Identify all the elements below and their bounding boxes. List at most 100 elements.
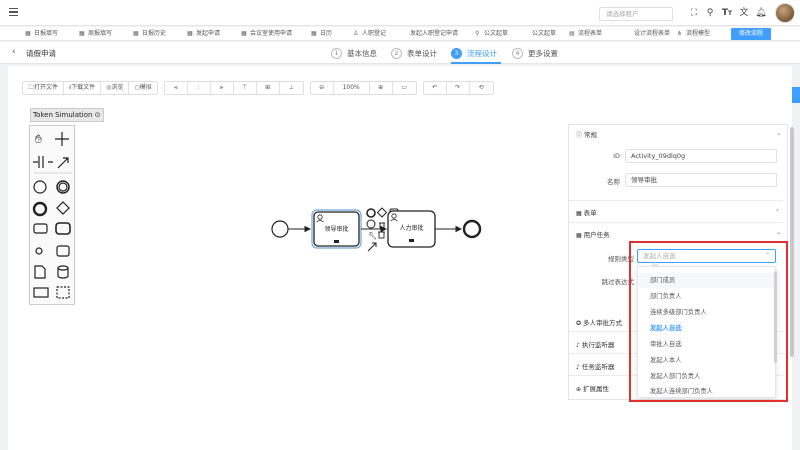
- id-input[interactable]: Activity_09dlq0g: [625, 149, 777, 163]
- translate-icon[interactable]: 文: [738, 7, 750, 19]
- avatar[interactable]: [775, 3, 795, 23]
- tenant-select[interactable]: 请选择租户: [599, 7, 673, 21]
- tab-daily-history[interactable]: ▦ 日报历史: [132, 28, 166, 40]
- download-file-button[interactable]: ⭳下载文件: [64, 82, 102, 94]
- token-simulation-toggle[interactable]: Token Simulation ⊙: [30, 108, 104, 122]
- chevron-down-icon[interactable]: ⌄: [776, 228, 781, 236]
- step-more-settings[interactable]: 4 更多设置: [512, 46, 558, 60]
- bell-icon: ♪: [576, 342, 580, 349]
- align-left-icon[interactable]: ⫷: [165, 82, 188, 94]
- global-connect-icon: [57, 157, 69, 169]
- undo-icon[interactable]: ↶: [424, 82, 447, 94]
- end-event[interactable]: [462, 219, 482, 239]
- search-icon[interactable]: ⚲: [704, 7, 716, 19]
- tab-daily-report[interactable]: ▦ 日报填写: [24, 28, 58, 40]
- hand-tool-icon: ✋︎: [35, 132, 42, 146]
- chevron-right-icon[interactable]: ›: [776, 206, 779, 214]
- text-annotation-icon[interactable]: [379, 222, 385, 230]
- tab-onboarding-request[interactable]: 发起入职登记申请: [400, 28, 458, 40]
- lasso-tool-icon: [55, 132, 69, 146]
- dropdown-scrollbar[interactable]: [774, 271, 777, 363]
- font-size-icon[interactable]: TT: [721, 7, 733, 19]
- start-event-icon: [33, 180, 47, 194]
- chevron-down-icon[interactable]: ⌄: [776, 129, 781, 137]
- gateway-icon: [56, 201, 70, 215]
- tab-design-flow-form[interactable]: 设计流程表单: [624, 28, 670, 40]
- tab-onboarding[interactable]: ♙ 人职登记: [352, 28, 386, 40]
- tab-document-draft-2[interactable]: 公文起草: [522, 28, 556, 40]
- step-form-design[interactable]: 2 表单设计: [391, 46, 437, 60]
- append-gateway-icon[interactable]: [376, 207, 388, 218]
- dropdown-option[interactable]: 部门负责人: [639, 289, 775, 304]
- step-basic-info[interactable]: 1 基本信息: [331, 46, 377, 60]
- dropdown-option-selected[interactable]: 发起人自选: [639, 321, 775, 336]
- page-header: ‹ 请假申请 1基本信息 2表单设计 3流程设计 4更多设置 发 布: [0, 42, 800, 103]
- fullscreen-icon[interactable]: ⛶: [688, 7, 700, 19]
- dropdown-option[interactable]: 发起人本人: [639, 353, 775, 368]
- reset-icon[interactable]: ⟲: [470, 82, 493, 94]
- zoom-out-icon[interactable]: ⊖: [311, 82, 334, 94]
- pool-icon: [33, 287, 49, 298]
- redo-icon[interactable]: ↷: [447, 82, 470, 94]
- section-form[interactable]: ▦ 表单: [576, 207, 597, 217]
- connect-icon[interactable]: [367, 242, 377, 252]
- section-execution-listener[interactable]: ♪ 执行监听器: [576, 339, 614, 349]
- dropdown-option[interactable]: 部门成员: [639, 273, 775, 288]
- align-right-icon[interactable]: ⫸: [211, 82, 234, 94]
- subprocess-icon: [35, 247, 43, 255]
- bell-icon[interactable]: 🔔︎: [755, 7, 767, 19]
- wrench-icon[interactable]: 🔧︎: [368, 232, 377, 240]
- section-multi-instance[interactable]: ✪ 多人审批方式: [576, 317, 622, 327]
- open-file-button[interactable]: 🗀︎打开文件: [23, 82, 65, 94]
- dropdown-option[interactable]: 连续多级部门负责人: [639, 305, 775, 320]
- zoom-in-icon[interactable]: ⊕: [370, 82, 393, 94]
- section-task-listener[interactable]: ♪ 任务监听器: [576, 361, 614, 371]
- tab-flow-form[interactable]: ▤ 流程表单: [568, 28, 602, 40]
- dropdown-option[interactable]: 发起人连续部门负责人: [639, 384, 775, 399]
- align-top-icon[interactable]: ⊤: [234, 82, 257, 94]
- tab-edit-flow[interactable]: 修改流程: [731, 28, 772, 40]
- form-icon: ▦: [576, 232, 582, 239]
- group-icon: [56, 286, 70, 299]
- tab-calendar[interactable]: ▦ 日历: [310, 28, 332, 40]
- pin-icon: ⚲: [475, 30, 480, 37]
- dropdown-option[interactable]: 发起人部门负责人: [639, 369, 775, 384]
- align-bottom-icon[interactable]: ⊥: [280, 82, 303, 94]
- dropdown-option[interactable]: 审批人自选: [639, 337, 775, 352]
- simulate-button[interactable]: ○模拟: [129, 82, 156, 94]
- section-user-task[interactable]: ▦ 用户任务: [576, 229, 610, 239]
- align-center-icon[interactable]: ⫶: [188, 82, 211, 94]
- step-flow-design[interactable]: 3 流程设计: [451, 46, 497, 60]
- align-middle-icon[interactable]: ⊞: [257, 82, 280, 94]
- multi-instance-marker-icon: [409, 239, 414, 242]
- preview-button[interactable]: ◎浏览: [101, 82, 130, 94]
- task-icon: [55, 222, 71, 235]
- palette-tools: ✋︎: [32, 132, 72, 299]
- hamburger-menu-icon[interactable]: [9, 8, 18, 16]
- trash-icon[interactable]: [378, 231, 385, 239]
- tab-weekly-report[interactable]: ▦ 周报填写: [78, 28, 112, 40]
- tab-document-draft[interactable]: ⚲ 公文起草: [474, 28, 508, 40]
- task-leader-approval-label: 领导审批: [324, 225, 348, 233]
- tab-meeting-room[interactable]: ▦ 会议室使用申请: [240, 28, 292, 40]
- panel-scrollbar[interactable]: [790, 127, 794, 357]
- task-hr-approval-label: 人力审批: [399, 224, 423, 232]
- back-arrow-icon[interactable]: ‹: [12, 47, 16, 57]
- calendar-icon: ▦: [79, 30, 85, 37]
- rule-type-select[interactable]: 发起人自选 ⌃: [637, 249, 776, 263]
- append-end-event-icon[interactable]: [366, 208, 376, 218]
- section-extension-properties[interactable]: ⊕ 扩展属性: [576, 383, 609, 393]
- zoom-level: 100%: [334, 82, 370, 94]
- name-label: 名称: [607, 178, 620, 186]
- append-intermediate-event-icon[interactable]: [366, 219, 376, 229]
- section-general[interactable]: ⓘ 常规: [576, 129, 597, 139]
- active-step-underline: [451, 62, 501, 64]
- fit-viewport-icon[interactable]: ▭: [393, 82, 416, 94]
- name-input[interactable]: 领导审批: [625, 173, 777, 187]
- divider: [569, 200, 783, 201]
- end-event-icon: [32, 201, 48, 217]
- start-event[interactable]: [271, 220, 289, 238]
- tab-start-request[interactable]: ▦ 发起申请: [186, 28, 220, 40]
- divider: [569, 222, 783, 223]
- tab-flow-model[interactable]: ⋔ 流程模型: [676, 28, 710, 40]
